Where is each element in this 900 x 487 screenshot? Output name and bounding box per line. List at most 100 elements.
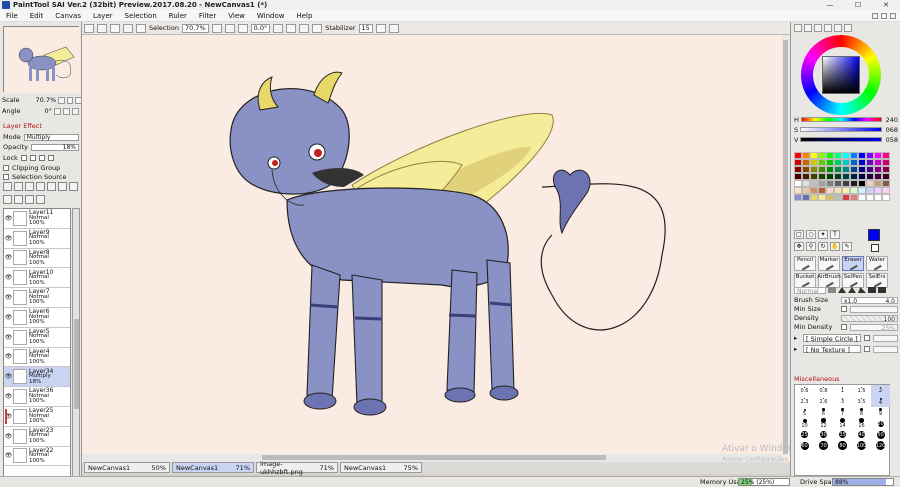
menu-canvas[interactable]: Canvas bbox=[49, 12, 87, 20]
color-swatch[interactable] bbox=[794, 194, 802, 201]
texture-dropdown-icon[interactable] bbox=[864, 346, 870, 352]
move-tool-icon[interactable]: ✥ bbox=[794, 242, 804, 251]
color-swatch[interactable] bbox=[834, 194, 842, 201]
color-swatch[interactable] bbox=[850, 187, 858, 194]
brush-size-preset[interactable]: 50 bbox=[871, 429, 890, 440]
brush-size-preset[interactable]: 14 bbox=[833, 418, 852, 429]
color-swatch[interactable] bbox=[874, 187, 882, 194]
layer-list[interactable]: 👁 Layer11 Normal 100% 👁 Layer9 Normal 100% 👁 Laye… bbox=[3, 208, 71, 487]
brush-size-preset[interactable]: 1.5 bbox=[852, 385, 871, 396]
min-density-checkbox[interactable] bbox=[841, 324, 847, 330]
flip-horizontal-icon[interactable] bbox=[312, 23, 323, 33]
color-swatch[interactable] bbox=[794, 166, 802, 173]
rotation-field[interactable]: 0.0° bbox=[250, 23, 271, 33]
layer-visibility-eye-icon[interactable]: 👁 bbox=[4, 447, 13, 466]
close-button[interactable]: ✕ bbox=[872, 0, 900, 10]
layer-effect-header[interactable]: Layer Effect bbox=[3, 122, 42, 130]
angle-minus-icon[interactable] bbox=[53, 107, 61, 115]
brush-size-preset[interactable]: 20 bbox=[871, 418, 890, 429]
color-swatch[interactable] bbox=[818, 180, 826, 187]
color-swatch[interactable] bbox=[834, 166, 842, 173]
layer-mask-icon[interactable] bbox=[25, 195, 34, 204]
copy-layer-icon[interactable] bbox=[36, 182, 45, 191]
color-swatch[interactable] bbox=[826, 173, 834, 180]
swatches-icon[interactable] bbox=[834, 24, 842, 32]
brush-size-preset[interactable]: 3 bbox=[833, 396, 852, 407]
color-swatch[interactable] bbox=[850, 159, 858, 166]
stabilizer-select[interactable]: 15 bbox=[358, 23, 373, 33]
selection-visibility-icon[interactable] bbox=[136, 23, 146, 33]
color-swatch[interactable] bbox=[802, 187, 810, 194]
brush-size-preset[interactable]: 6 bbox=[814, 407, 833, 418]
layer-row[interactable]: 👁 Layer4 Normal 100% bbox=[4, 348, 70, 368]
brush-size-preset[interactable]: 100 bbox=[852, 440, 871, 451]
layer-row[interactable]: 👁 Layer8 Normal 100% bbox=[4, 249, 70, 269]
menu-help[interactable]: Help bbox=[290, 12, 318, 20]
color-swatch[interactable] bbox=[882, 180, 890, 187]
layer-visibility-eye-icon[interactable]: 👁 bbox=[4, 308, 13, 327]
color-swatch[interactable] bbox=[858, 180, 866, 187]
brush-pencil[interactable]: Pencil bbox=[794, 256, 816, 271]
maximize-button[interactable]: ☐ bbox=[844, 0, 872, 10]
brush-size-preset[interactable]: 12 bbox=[814, 418, 833, 429]
color-swatch[interactable] bbox=[850, 173, 858, 180]
layer-visibility-eye-icon[interactable]: 👁 bbox=[4, 268, 13, 287]
layer-row[interactable]: 👁 Layer34 Multiply 18% bbox=[4, 367, 70, 388]
scale-reset-icon[interactable] bbox=[75, 96, 82, 104]
color-swatch[interactable] bbox=[802, 166, 810, 173]
hue-slider[interactable] bbox=[800, 117, 882, 122]
brush-size-preset[interactable]: 30 bbox=[814, 429, 833, 440]
canvas-tab[interactable]: NewCanvas1 75% bbox=[340, 462, 422, 473]
texture-expand-icon[interactable]: ▸ bbox=[794, 345, 800, 353]
lock-transparency-icon[interactable] bbox=[20, 155, 27, 161]
new-folder-icon[interactable] bbox=[25, 182, 34, 191]
color-swatch[interactable] bbox=[818, 152, 826, 159]
color-swatch[interactable] bbox=[802, 194, 810, 201]
color-swatch[interactable] bbox=[818, 166, 826, 173]
color-swatch[interactable] bbox=[802, 159, 810, 166]
zoom-field[interactable]: 70.7% bbox=[181, 23, 209, 33]
color-swatch[interactable] bbox=[794, 159, 802, 166]
zoom-reset-icon[interactable] bbox=[237, 23, 248, 33]
color-swatch[interactable] bbox=[866, 166, 874, 173]
layer-row[interactable]: 👁 Layer9 Normal 100% bbox=[4, 229, 70, 249]
color-swatch[interactable] bbox=[882, 173, 890, 180]
layer-scrollbar[interactable] bbox=[72, 208, 80, 487]
circle-expand-icon[interactable]: ▸ bbox=[794, 334, 800, 342]
selection-source-checkbox[interactable] bbox=[3, 174, 9, 180]
rotate-right-icon[interactable] bbox=[286, 23, 297, 33]
brush-shape-5-icon[interactable] bbox=[868, 287, 876, 293]
color-swatch[interactable] bbox=[834, 173, 842, 180]
color-swatch[interactable] bbox=[858, 194, 866, 201]
foreground-color-swatch[interactable] bbox=[868, 229, 880, 241]
layer-row[interactable]: 👁 Layer6 Normal 100% bbox=[4, 308, 70, 328]
layer-row[interactable]: 👁 Layer25 Normal 100% bbox=[4, 407, 70, 427]
color-swatch[interactable] bbox=[850, 166, 858, 173]
lock-pixels-icon[interactable] bbox=[29, 155, 36, 161]
color-swatch[interactable] bbox=[866, 180, 874, 187]
lock-move-icon[interactable] bbox=[38, 155, 45, 161]
brush-marker[interactable]: Marker bbox=[818, 256, 840, 271]
undo-icon[interactable] bbox=[84, 23, 94, 33]
brush-size-preset[interactable]: 40 bbox=[852, 429, 871, 440]
brush-size-preset[interactable]: 2.6 bbox=[814, 396, 833, 407]
color-swatch[interactable] bbox=[882, 194, 890, 201]
color-swatch[interactable] bbox=[850, 194, 858, 201]
zoom-tool-icon[interactable]: ⚲ bbox=[806, 242, 816, 251]
color-swatch[interactable] bbox=[834, 152, 842, 159]
brush-texture-select[interactable]: [ No Texture ] bbox=[803, 345, 861, 354]
select-tool-icon[interactable]: □ bbox=[794, 230, 804, 239]
redo-icon[interactable] bbox=[97, 23, 107, 33]
angle-plus-icon[interactable] bbox=[62, 107, 70, 115]
line-tool-icon[interactable] bbox=[388, 23, 399, 33]
color-swatch[interactable] bbox=[874, 152, 882, 159]
mixer-icon[interactable] bbox=[824, 24, 832, 32]
layer-visibility-eye-icon[interactable]: 👁 bbox=[4, 328, 13, 347]
layer-row[interactable]: 👁 Layer36 Normal 100% bbox=[4, 387, 70, 407]
menu-filter[interactable]: Filter bbox=[193, 12, 222, 20]
color-swatch[interactable] bbox=[794, 187, 802, 194]
brush-size-preset[interactable]: 3.5 bbox=[852, 396, 871, 407]
transfer-down-icon[interactable] bbox=[3, 195, 12, 204]
brush-shape-select[interactable]: Normal bbox=[794, 286, 826, 295]
menu-ruler[interactable]: Ruler bbox=[163, 12, 193, 20]
